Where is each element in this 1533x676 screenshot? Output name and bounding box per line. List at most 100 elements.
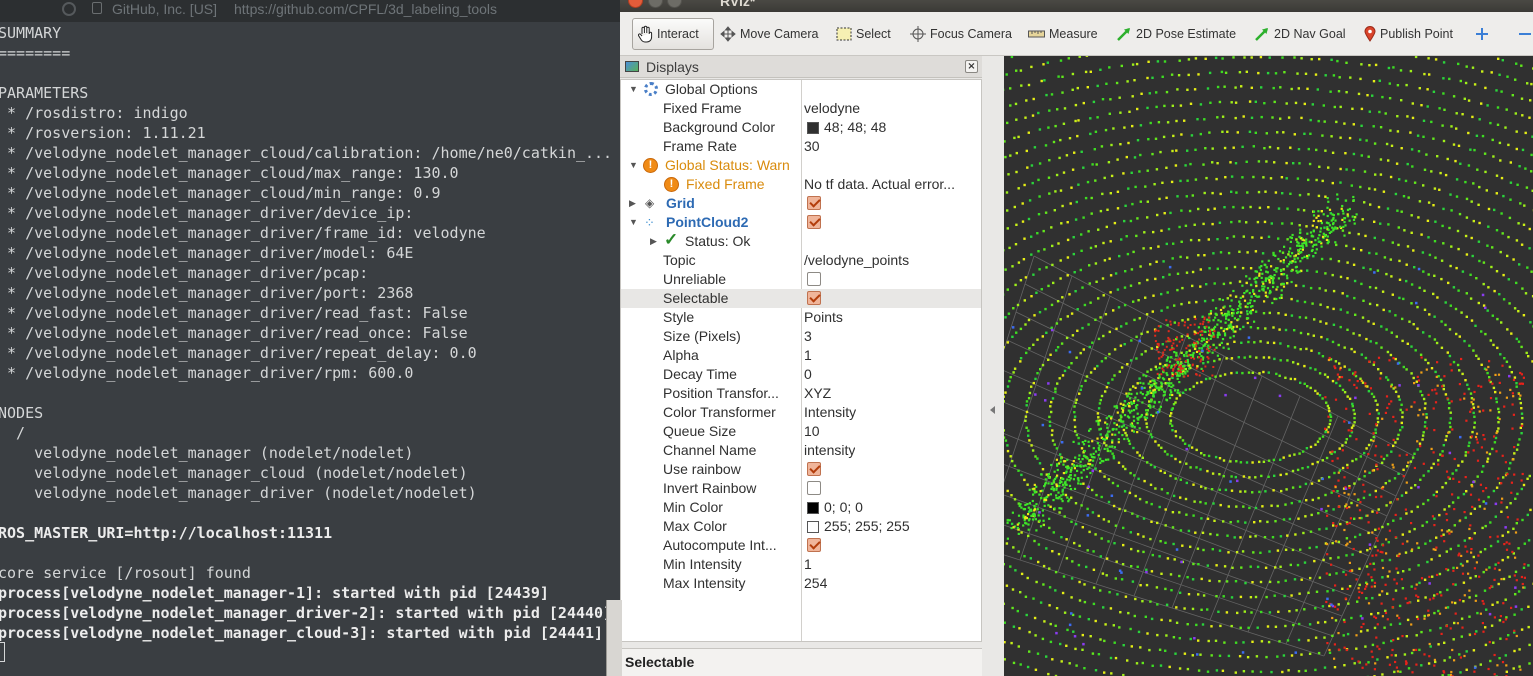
row-value[interactable]: 1: [804, 555, 812, 574]
autocompute-checkbox[interactable]: [807, 538, 821, 552]
property-description: Selectable: [620, 648, 982, 676]
pointcloud-icon: ⁘: [644, 215, 655, 230]
tree-row-size[interactable]: Size (Pixels) 3: [621, 327, 981, 346]
maximize-window-button[interactable]: [667, 0, 682, 8]
row-value[interactable]: 10: [804, 422, 820, 441]
tree-row-status-ok[interactable]: ▶ ✓ Status: Ok: [621, 230, 981, 251]
row-label: Selectable: [663, 290, 729, 306]
nav-goal-tool-button[interactable]: 2D Nav Goal: [1254, 18, 1346, 50]
tree-row-min-intensity[interactable]: Min Intensity 1: [621, 555, 981, 574]
tree-row-color-transformer[interactable]: Color Transformer Intensity: [621, 403, 981, 422]
terminal-line: core service [/rosout] found: [0, 564, 251, 582]
select-tool-button[interactable]: Select: [836, 18, 891, 50]
tree-row-style[interactable]: Style Points: [621, 308, 981, 327]
close-panel-button[interactable]: ×: [965, 60, 978, 73]
panel-splitter[interactable]: [984, 56, 1004, 676]
terminal-line: * /velodyne_nodelet_manager_driver/port:…: [0, 284, 414, 302]
tree-row-alpha[interactable]: Alpha 1: [621, 346, 981, 365]
row-label: Color Transformer: [663, 404, 776, 420]
row-label: Status: Ok: [685, 233, 751, 249]
tree-row-background-color[interactable]: Background Color 48; 48; 48: [621, 118, 981, 137]
row-value[interactable]: 48; 48; 48: [824, 118, 886, 137]
color-swatch[interactable]: [807, 521, 819, 533]
row-value[interactable]: 3: [804, 327, 812, 346]
tree-row-unreliable[interactable]: Unreliable: [621, 270, 981, 289]
expand-arrow-icon[interactable]: ▼: [629, 213, 638, 232]
row-label: Frame Rate: [663, 138, 737, 154]
tree-row-channel-name[interactable]: Channel Name intensity: [621, 441, 981, 460]
tree-row-min-color[interactable]: Min Color 0; 0; 0: [621, 498, 981, 517]
tree-row-global-status[interactable]: ▼ ! Global Status: Warn: [621, 156, 981, 175]
terminal-line: * /velodyne_nodelet_manager_driver/pcap:: [0, 264, 369, 282]
tree-row-max-color[interactable]: Max Color 255; 255; 255: [621, 517, 981, 536]
tree-row-grid[interactable]: ▶ ◈ Grid: [621, 194, 981, 213]
minimize-window-button[interactable]: [648, 0, 663, 8]
tree-row-topic[interactable]: Topic /velodyne_points: [621, 251, 981, 270]
color-swatch[interactable]: [807, 502, 819, 514]
row-value[interactable]: 1: [804, 346, 812, 365]
terminal-line: process[velodyne_nodelet_manager_cloud-3…: [0, 624, 604, 642]
tree-row-queue-size[interactable]: Queue Size 10: [621, 422, 981, 441]
close-window-button[interactable]: [628, 0, 643, 8]
interact-tool-button[interactable]: Interact: [632, 18, 714, 50]
tree-row-fixed-frame-warning[interactable]: ! Fixed Frame No tf data. Actual error..…: [621, 175, 981, 194]
3d-viewport[interactable]: [1004, 56, 1533, 676]
terminal-window[interactable]: GitHub, Inc. [US] https://github.com/CPF…: [0, 0, 620, 676]
tree-row-use-rainbow[interactable]: Use rainbow: [621, 460, 981, 479]
expand-arrow-icon[interactable]: ▼: [629, 156, 638, 175]
expand-arrow-icon[interactable]: ▶: [629, 194, 636, 213]
row-label: Decay Time: [663, 366, 737, 382]
display-tree[interactable]: ▼ Global Options Fixed Frame velodyne Ba…: [620, 79, 982, 642]
grid-enabled-checkbox[interactable]: [807, 196, 821, 210]
row-label: Min Intensity: [663, 556, 742, 572]
row-value[interactable]: 30: [804, 137, 820, 156]
green-arrow-icon: [1116, 26, 1132, 42]
color-swatch[interactable]: [807, 122, 819, 134]
row-value[interactable]: Points: [804, 308, 843, 327]
tree-row-invert-rainbow[interactable]: Invert Rainbow: [621, 479, 981, 498]
row-value[interactable]: 0; 0; 0: [824, 498, 863, 517]
move-camera-tool-button[interactable]: Move Camera: [720, 18, 819, 50]
expand-arrow-icon[interactable]: ▶: [650, 232, 657, 251]
measure-tool-button[interactable]: Measure: [1028, 18, 1098, 50]
row-label: Alpha: [663, 347, 699, 363]
row-value[interactable]: 254: [804, 574, 827, 593]
publish-point-tool-button[interactable]: Publish Point: [1364, 18, 1453, 50]
focus-camera-tool-button[interactable]: Focus Camera: [910, 18, 1012, 50]
use-rainbow-checkbox[interactable]: [807, 462, 821, 476]
terminal-line: velodyne_nodelet_manager (nodelet/nodele…: [0, 444, 414, 462]
row-value[interactable]: XYZ: [804, 384, 831, 403]
point-cloud-render[interactable]: [1004, 56, 1533, 676]
tree-row-selectable[interactable]: Selectable: [621, 289, 981, 308]
tree-row-decay-time[interactable]: Decay Time 0: [621, 365, 981, 384]
tree-row-max-intensity[interactable]: Max Intensity 254: [621, 574, 981, 593]
selectable-checkbox[interactable]: [807, 291, 821, 305]
expand-arrow-icon[interactable]: ▼: [629, 80, 638, 99]
remove-tool-button[interactable]: [1518, 18, 1533, 50]
tree-row-fixed-frame[interactable]: Fixed Frame velodyne: [621, 99, 981, 118]
terminal-line: ROS_MASTER_URI=http://localhost:11311: [0, 524, 333, 542]
row-value[interactable]: 0: [804, 365, 812, 384]
row-value[interactable]: velodyne: [804, 99, 860, 118]
invert-rainbow-checkbox[interactable]: [807, 481, 821, 495]
row-value[interactable]: intensity: [804, 441, 855, 460]
pose-estimate-tool-button[interactable]: 2D Pose Estimate: [1116, 18, 1236, 50]
lock-icon: [92, 2, 102, 14]
terminal-line: velodyne_nodelet_manager_cloud (nodelet/…: [0, 464, 468, 482]
tree-row-global-options[interactable]: ▼ Global Options: [621, 80, 981, 99]
add-tool-button[interactable]: [1475, 18, 1493, 50]
pointcloud-enabled-checkbox[interactable]: [807, 215, 821, 229]
row-value[interactable]: 255; 255; 255: [824, 517, 910, 536]
gear-icon: [644, 82, 658, 96]
collapse-arrow-icon[interactable]: [990, 406, 995, 414]
tree-row-autocompute[interactable]: Autocompute Int...: [621, 536, 981, 555]
row-value[interactable]: /velodyne_points: [804, 251, 909, 270]
row-value[interactable]: Intensity: [804, 403, 856, 422]
row-label: Use rainbow: [663, 461, 741, 477]
unreliable-checkbox[interactable]: [807, 272, 821, 286]
tree-row-position-transformer[interactable]: Position Transfor... XYZ: [621, 384, 981, 403]
tree-row-frame-rate[interactable]: Frame Rate 30: [621, 137, 981, 156]
plus-icon: [1475, 27, 1489, 41]
move-arrows-icon: [720, 26, 736, 42]
